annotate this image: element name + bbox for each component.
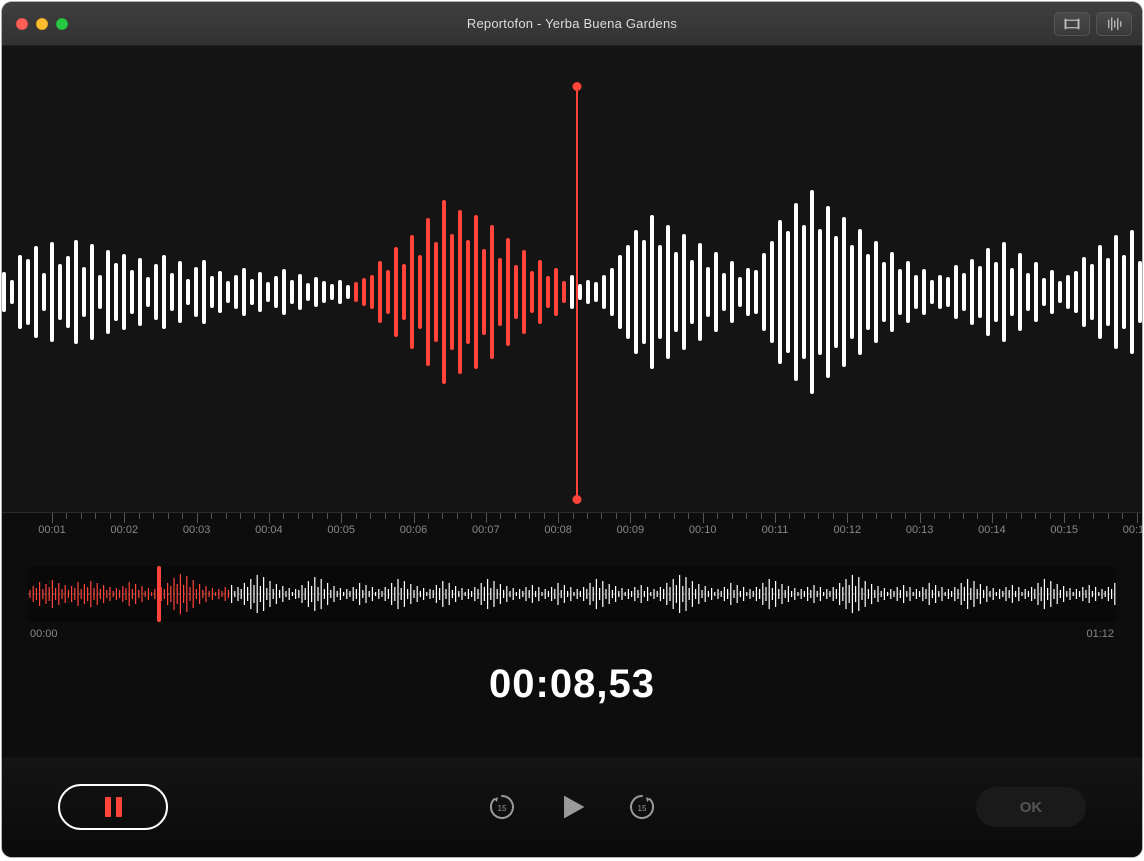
- ruler-label: 00:10: [689, 524, 717, 536]
- current-time-display: 00:08,53: [2, 662, 1142, 707]
- content-area: 00:01 00:02 00:03 00:04 00:05 00:06 00:07 00:08…: [2, 46, 1142, 857]
- ruler-label: 00:14: [978, 524, 1006, 536]
- minimize-window-button[interactable]: [36, 18, 48, 30]
- title-bar: Reportofon - Yerba Buena Gardens: [2, 2, 1142, 46]
- ruler-label: 00:04: [255, 524, 283, 536]
- app-window: Reportofon - Yerba Buena Gardens: [2, 2, 1142, 857]
- skip-forward-icon: 15: [627, 792, 657, 822]
- window-controls: [2, 18, 68, 30]
- ok-button-label: OK: [1020, 799, 1043, 816]
- play-icon: [555, 790, 589, 824]
- equalizer-icon: [1105, 15, 1123, 33]
- ruler-label: 00:03: [183, 524, 211, 536]
- ruler-label: 00:02: [111, 524, 139, 536]
- svg-text:15: 15: [498, 804, 507, 813]
- play-button[interactable]: [555, 790, 589, 824]
- ruler-label: 00:15: [1050, 524, 1078, 536]
- playhead-overview[interactable]: [157, 566, 161, 622]
- maximize-window-button[interactable]: [56, 18, 68, 30]
- ruler-label: 00:11: [762, 524, 789, 536]
- ruler-label: 00:01: [38, 524, 66, 536]
- ok-button[interactable]: OK: [976, 787, 1086, 827]
- ruler-label: 00:12: [834, 524, 862, 536]
- waveform-overview[interactable]: [28, 566, 1116, 622]
- ruler-label: 00:05: [327, 524, 355, 536]
- overview-end-label: 01:12: [1086, 628, 1114, 640]
- enhance-button[interactable]: [1096, 12, 1132, 36]
- ruler-label: 00:09: [617, 524, 645, 536]
- transport-controls: 15 15 OK: [2, 757, 1142, 857]
- waveform-main[interactable]: [2, 46, 1142, 512]
- skip-forward-button[interactable]: 15: [627, 792, 657, 822]
- skip-back-button[interactable]: 15: [487, 792, 517, 822]
- pause-record-button[interactable]: [58, 784, 168, 830]
- pause-icon: [105, 797, 122, 817]
- close-window-button[interactable]: [16, 18, 28, 30]
- overview-start-label: 00:00: [30, 628, 58, 640]
- ruler-label: 00:16: [1123, 524, 1142, 536]
- svg-text:15: 15: [638, 804, 647, 813]
- ruler-label: 00:08: [544, 524, 572, 536]
- time-ruler[interactable]: 00:01 00:02 00:03 00:04 00:05 00:06 00:07 00:08…: [2, 512, 1142, 544]
- ruler-label: 00:07: [472, 524, 500, 536]
- trim-icon: [1063, 15, 1081, 33]
- skip-back-icon: 15: [487, 792, 517, 822]
- trim-button[interactable]: [1054, 12, 1090, 36]
- ruler-label: 00:06: [400, 524, 428, 536]
- ruler-label: 00:13: [906, 524, 934, 536]
- window-title: Reportofon - Yerba Buena Gardens: [2, 16, 1142, 31]
